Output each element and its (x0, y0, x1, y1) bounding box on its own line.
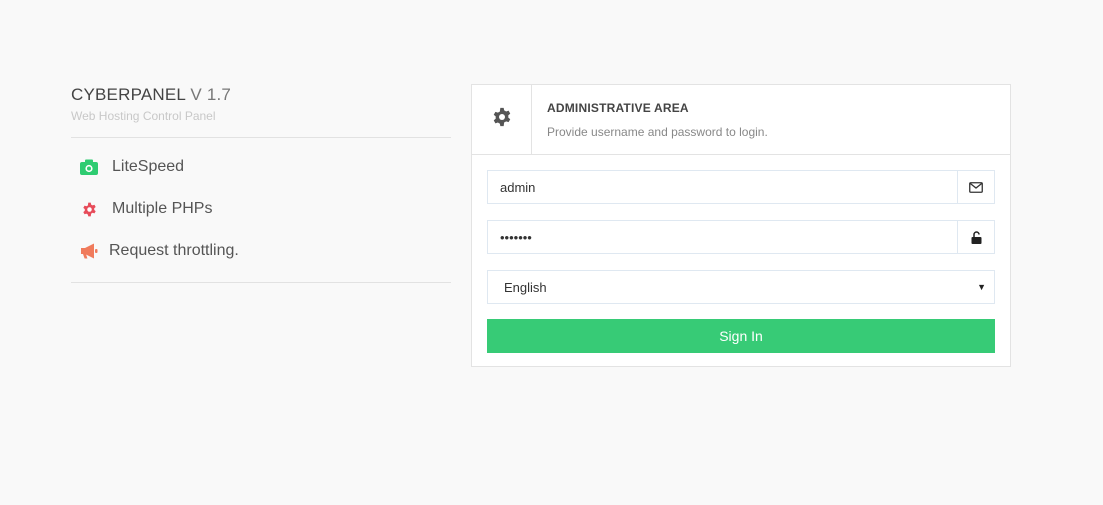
gear-icon (80, 200, 98, 218)
header-icon-cell (472, 85, 532, 154)
username-group (487, 170, 995, 204)
password-input[interactable] (488, 221, 957, 253)
feature-label: LiteSpeed (112, 158, 185, 175)
password-group (487, 220, 995, 254)
username-input[interactable] (488, 171, 957, 203)
login-subtitle: Provide username and password to login. (547, 125, 768, 139)
feature-list: LiteSpeed Multiple PHPs Request throttli… (71, 138, 451, 282)
sign-in-button[interactable]: Sign In (487, 319, 995, 353)
brand-version: V 1.7 (190, 85, 232, 104)
feature-label: Multiple PHPs (112, 200, 213, 217)
header-text: ADMINISTRATIVE AREA Provide username and… (532, 85, 768, 154)
login-header: ADMINISTRATIVE AREA Provide username and… (472, 85, 1010, 155)
feature-item-multiple-phps: Multiple PHPs (71, 188, 451, 230)
feature-label: Request throttling. (109, 242, 239, 259)
feature-item-request-throttling: Request throttling. (71, 230, 451, 272)
megaphone-icon (80, 242, 98, 260)
brand-tagline: Web Hosting Control Panel (71, 109, 216, 123)
language-select[interactable]: English ▼ (487, 270, 995, 304)
login-card: ADMINISTRATIVE AREA Provide username and… (471, 84, 1011, 367)
language-selected-value: English (504, 279, 547, 295)
gear-icon (492, 107, 512, 132)
brand-title: CYBERPANEL V 1.7 (71, 84, 451, 106)
camera-icon (80, 158, 98, 176)
divider (71, 282, 451, 283)
left-panel: CYBERPANEL V 1.7 Web Hosting Control Pan… (71, 84, 451, 283)
login-form: English ▼ Sign In (472, 155, 1010, 353)
brand-name: CYBERPANEL (71, 85, 186, 104)
unlock-icon (957, 221, 994, 253)
login-title: ADMINISTRATIVE AREA (547, 101, 689, 115)
envelope-icon (957, 171, 994, 203)
caret-down-icon: ▼ (977, 282, 986, 292)
feature-item-litespeed: LiteSpeed (71, 146, 451, 188)
